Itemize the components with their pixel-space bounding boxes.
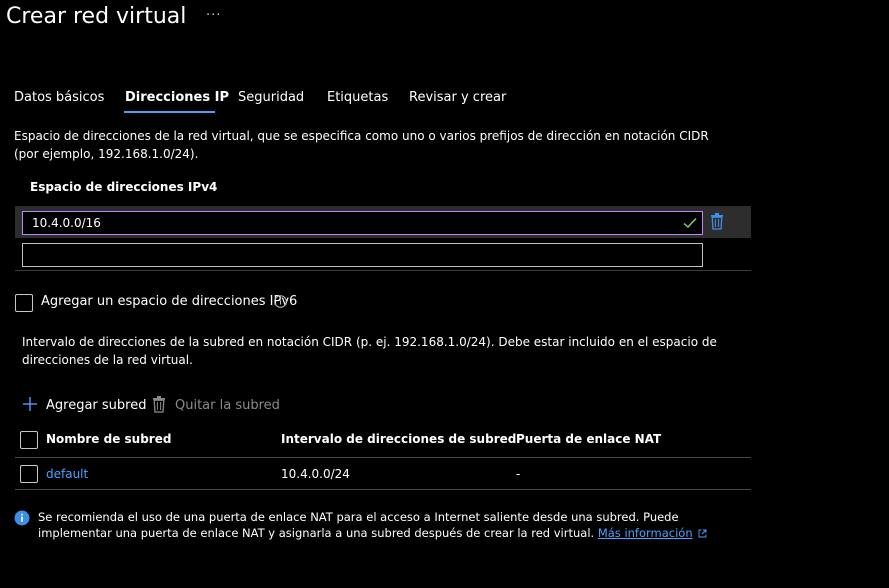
- delete-address-icon[interactable]: [710, 213, 724, 234]
- tab-seguridad[interactable]: Seguridad: [238, 90, 304, 105]
- address-divider: [15, 270, 751, 271]
- learn-more-link[interactable]: Más información: [598, 526, 693, 540]
- row-checkbox[interactable]: [20, 465, 38, 483]
- select-all-checkbox[interactable]: [20, 431, 38, 449]
- plus-icon: [22, 396, 38, 416]
- trash-icon: [152, 396, 166, 417]
- valid-checkmark-icon: [683, 214, 697, 233]
- column-header-subnet-name: Nombre de subred: [46, 432, 172, 446]
- active-tab-indicator: [124, 111, 215, 113]
- page-title: Crear red virtual: [6, 4, 187, 29]
- nat-info-banner: Se recomienda el uso de una puerta de en…: [38, 509, 728, 542]
- info-filled-icon: [14, 510, 30, 530]
- ipv6-checkbox[interactable]: [15, 294, 33, 312]
- ipv4-address-input-1[interactable]: [22, 211, 703, 235]
- more-options-button[interactable]: ···: [206, 8, 221, 23]
- remove-subnet-label: Quitar la subred: [175, 398, 280, 413]
- address-space-description: Espacio de direcciones de la red virtual…: [14, 129, 709, 161]
- table-row: default 10.4.0.0/24 -: [15, 458, 751, 489]
- table-row-divider: [15, 489, 751, 490]
- ipv4-address-input-2[interactable]: [22, 243, 703, 267]
- tab-direcciones-ip[interactable]: Direcciones IP: [125, 90, 229, 105]
- tab-revisar-y-crear[interactable]: Revisar y crear: [409, 90, 506, 105]
- subnet-description: Intervalo de direcciones de la subred en…: [22, 335, 717, 367]
- column-header-nat-gateway: Puerta de enlace NAT: [516, 432, 662, 446]
- nat-info-text: Se recomienda el uso de una puerta de en…: [38, 510, 679, 540]
- info-icon[interactable]: [274, 293, 287, 312]
- external-link-icon: [698, 526, 707, 542]
- subnet-nat-cell: -: [516, 467, 521, 481]
- add-subnet-label: Agregar subred: [46, 398, 147, 413]
- subnet-range-cell: 10.4.0.0/24: [281, 467, 350, 481]
- tab-datos-basicos[interactable]: Datos básicos: [14, 90, 104, 105]
- tab-etiquetas[interactable]: Etiquetas: [327, 90, 388, 105]
- ipv6-checkbox-label: Agregar un espacio de direcciones IPv6: [41, 294, 298, 309]
- column-header-address-range: Intervalo de direcciones de subred: [281, 432, 517, 446]
- subnet-name-link[interactable]: default: [46, 467, 88, 481]
- ipv4-address-space-label: Espacio de direcciones IPv4: [30, 180, 218, 194]
